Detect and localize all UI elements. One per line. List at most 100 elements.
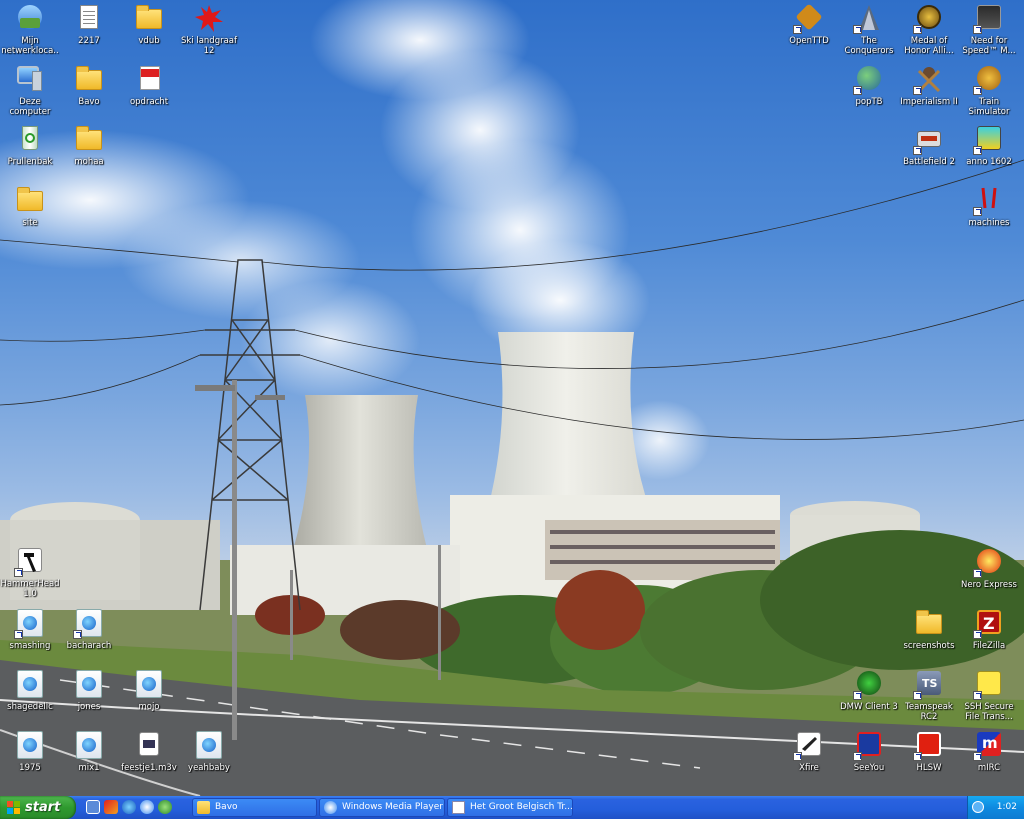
media-file-icon	[193, 729, 225, 761]
desktop-icon-hammerhead[interactable]: HammerHead 1.0	[0, 545, 60, 599]
task-windows-media-player[interactable]: Windows Media Player	[319, 798, 445, 817]
desktop-icon-mohaa[interactable]: mohaa	[59, 123, 119, 167]
icon-label: site	[22, 218, 38, 228]
start-button[interactable]: start	[0, 796, 76, 819]
anno-icon	[973, 123, 1005, 155]
desktop-icon-poptb[interactable]: popTB	[839, 63, 899, 107]
icon-label: screenshots	[903, 641, 955, 651]
desktop-icon-bavo[interactable]: Bavo	[59, 63, 119, 107]
icon-label: Train Simulator	[968, 97, 1010, 117]
icon-label: Teamspeak RC2	[905, 702, 953, 722]
icon-label: opdracht	[129, 97, 169, 107]
desktop-icon-mirc[interactable]: m mIRC	[959, 729, 1019, 773]
desktop-icon-recycle-bin[interactable]: Prullenbak	[0, 123, 60, 167]
icon-label: SSH Secure File Trans...	[964, 702, 1014, 722]
desktop-icon-feestje[interactable]: feestje1.m3v	[119, 729, 179, 773]
icon-label: Imperialism II	[900, 97, 958, 107]
media-file-icon	[73, 668, 105, 700]
desktop-icon-bacharach[interactable]: bacharach	[59, 607, 119, 651]
xfire-icon	[793, 729, 825, 761]
desktop-icon-machines[interactable]: machines	[959, 184, 1019, 228]
task-het-groot-belgisch[interactable]: Het Groot Belgisch Tr...	[447, 798, 573, 817]
icon-label: bacharach	[66, 641, 112, 651]
hlsw-icon	[913, 729, 945, 761]
icon-label: mIRC	[977, 763, 1001, 773]
desktop-icon-nero[interactable]: Nero Express	[959, 546, 1019, 590]
nero-icon	[973, 546, 1005, 578]
messenger-icon[interactable]	[158, 800, 172, 814]
icon-label: yeahbaby	[188, 763, 230, 773]
icon-label: Bavo	[78, 97, 100, 107]
document-icon	[73, 2, 105, 34]
desktop-icon-mojo[interactable]: mojo	[119, 668, 179, 712]
desktop-icon-imperialism[interactable]: Imperialism II	[899, 63, 959, 107]
media-file-icon	[133, 668, 165, 700]
desktop-icon-shagedelic[interactable]: shagedelic	[0, 668, 60, 712]
desktop-icon-1975[interactable]: 1975	[0, 729, 60, 773]
desktop-icon-ssh[interactable]: SSH Secure File Trans...	[959, 668, 1019, 722]
desktop-icon-hlsw[interactable]: HLSW	[899, 729, 959, 773]
desktop-icon-opdracht[interactable]: opdracht	[119, 63, 179, 107]
folder-icon	[73, 123, 105, 155]
icon-label: Nero Express	[961, 580, 1017, 590]
desktop-icon-conquerors[interactable]: The Conquerors	[839, 2, 899, 56]
folder-icon	[133, 2, 165, 34]
start-label: start	[25, 800, 61, 815]
desktop-icon-xfire[interactable]: Xfire	[779, 729, 839, 773]
dmw-icon	[853, 668, 885, 700]
desktop-icon-anno[interactable]: anno 1602	[959, 123, 1019, 167]
desktop-icon-mix1[interactable]: mix1	[59, 729, 119, 773]
red-splash-icon	[193, 2, 225, 34]
icon-label: 1975	[19, 763, 41, 773]
desktop-icon-my-computer[interactable]: Deze computer	[0, 63, 60, 117]
train-icon	[973, 63, 1005, 95]
clock[interactable]: 1:02	[997, 802, 1017, 812]
desktop-icon-screenshots[interactable]: screenshots	[899, 607, 959, 651]
windows-flag-icon	[7, 801, 20, 814]
desktop-icon-medal-of-honor[interactable]: Medal of Honor Alli...	[899, 2, 959, 56]
icon-label: Mijn netwerkloca...	[1, 36, 59, 56]
icon-label: machines	[968, 218, 1010, 228]
media-icon[interactable]	[104, 800, 118, 814]
desktop-icon-train-simulator[interactable]: Train Simulator	[959, 63, 1019, 117]
media-file-icon	[73, 607, 105, 639]
medal-icon	[913, 2, 945, 34]
desktop-icon-need-for-speed[interactable]: Need for Speed™ M...	[959, 2, 1019, 56]
icon-label: OpenTTD	[789, 36, 829, 46]
ssh-icon	[973, 668, 1005, 700]
wmp-icon[interactable]	[140, 800, 154, 814]
ie-icon[interactable]	[122, 800, 136, 814]
desktop-icon-jones[interactable]: jones	[59, 668, 119, 712]
taskbar: start Bavo Windows Media Player Het Groo…	[0, 796, 1024, 819]
icon-label: feestje1.m3v	[121, 763, 177, 773]
machines-icon	[973, 184, 1005, 216]
icon-label: mojo	[138, 702, 160, 712]
media-file-icon	[14, 729, 46, 761]
system-tray: 1:02	[967, 796, 1024, 819]
computer-icon	[14, 63, 46, 95]
playlist-icon	[133, 729, 165, 761]
desktop-icon-smashing[interactable]: smashing	[0, 607, 60, 651]
desktop-icon-site[interactable]: site	[0, 184, 60, 228]
desktop-icon-teamspeak[interactable]: TS Teamspeak RC2	[899, 668, 959, 722]
desktop-icon-battlefield[interactable]: Battlefield 2	[899, 123, 959, 167]
desktop-icon-openttd[interactable]: OpenTTD	[779, 2, 839, 46]
task-bavo[interactable]: Bavo	[192, 798, 317, 817]
desktop-icon-yeahbaby[interactable]: yeahbaby	[179, 729, 239, 773]
task-label: Windows Media Player	[342, 802, 443, 812]
desktop-icon-network-places[interactable]: Mijn netwerkloca...	[0, 2, 60, 56]
teamspeak-icon: TS	[913, 668, 945, 700]
media-file-icon	[73, 729, 105, 761]
desktop-icon-filezilla[interactable]: Z FileZilla	[959, 607, 1019, 651]
desktop-icon-2217[interactable]: 2217	[59, 2, 119, 46]
desktop-icon-dmw-client[interactable]: DMW Client 3	[839, 668, 899, 712]
show-desktop-icon[interactable]	[86, 800, 100, 814]
hammer-icon	[14, 545, 46, 577]
tray-expand-icon[interactable]	[972, 801, 984, 813]
desktop-icon-seeyou[interactable]: SeeYou	[839, 729, 899, 773]
desktop-icon-vdub[interactable]: vdub	[119, 2, 179, 46]
icon-label: popTB	[855, 97, 883, 107]
desktop-icon-ski-landgraaf[interactable]: Ski landgraaf 12	[179, 2, 239, 56]
openttd-icon	[793, 2, 825, 34]
folder-icon	[73, 63, 105, 95]
